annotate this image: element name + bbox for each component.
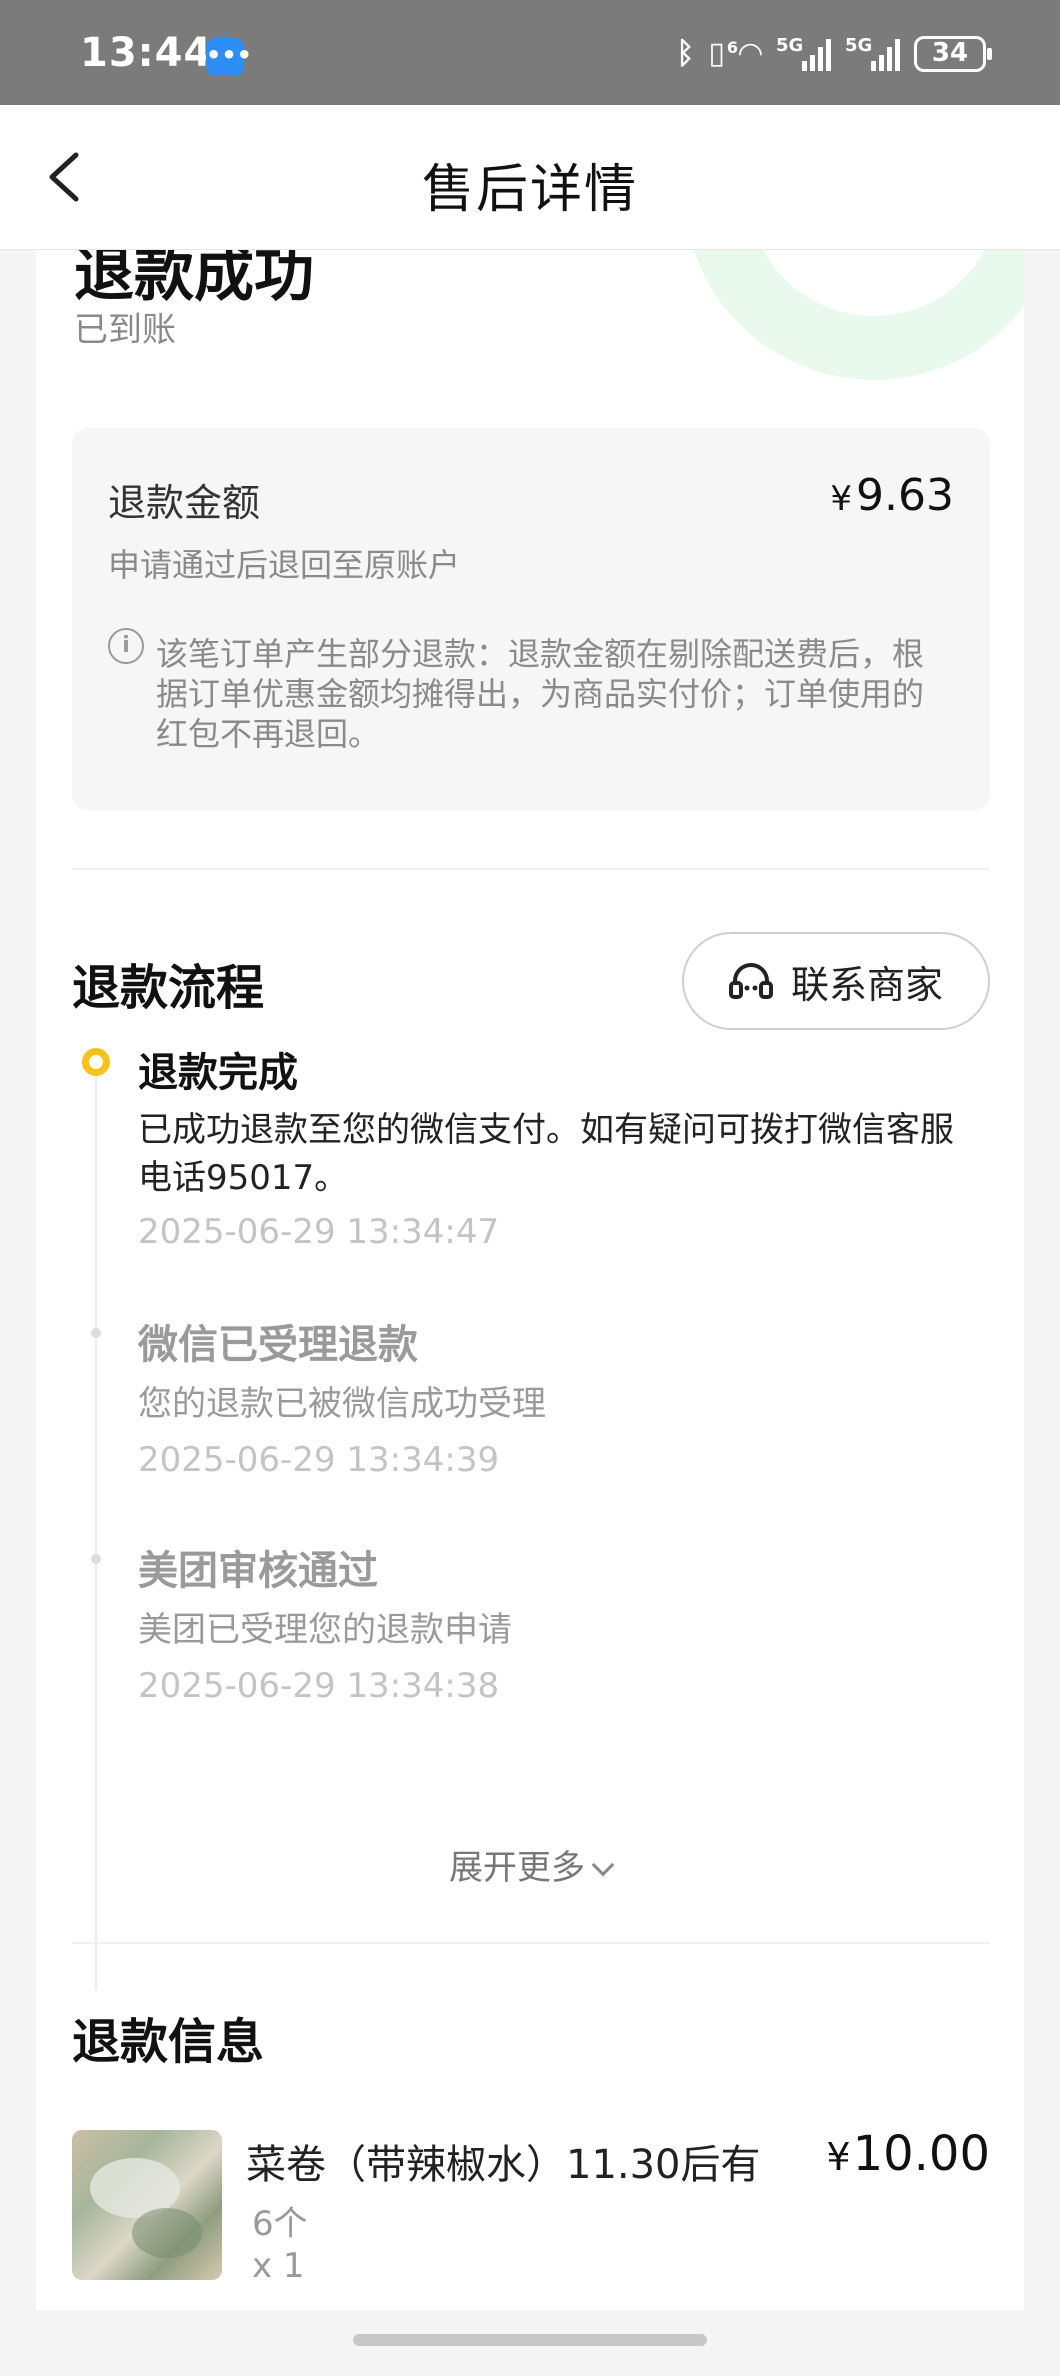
network-label-2: 5G bbox=[845, 35, 873, 56]
message-bubble-icon: ••• bbox=[206, 38, 252, 76]
refund-info-title: 退款信息 bbox=[72, 2014, 265, 2070]
currency-symbol: ¥ bbox=[830, 479, 853, 519]
step-desc: 您的退款已被微信成功受理 bbox=[138, 1384, 546, 1424]
product-quantity: x 1 bbox=[252, 2246, 305, 2286]
step-desc: 美团已受理您的退款申请 bbox=[138, 1610, 512, 1650]
refund-amount-value: ¥9.63 bbox=[830, 470, 954, 521]
vibrate-icon: ▯ bbox=[708, 36, 725, 71]
headset-icon bbox=[728, 963, 773, 999]
step-time: 2025-06-29 13:34:47 bbox=[138, 1212, 500, 1252]
refund-status-subtitle: 已到账 bbox=[74, 310, 176, 350]
product-price: ¥10.00 bbox=[826, 2126, 990, 2182]
signal-icon-2: 5G bbox=[845, 35, 900, 71]
product-price-value: 10.00 bbox=[852, 2126, 990, 2182]
wifi-badge: 6 bbox=[726, 38, 739, 57]
step-time: 2025-06-29 13:34:39 bbox=[138, 1440, 500, 1480]
info-icon: i bbox=[108, 628, 144, 664]
step-time: 2025-06-29 13:34:38 bbox=[138, 1666, 500, 1706]
chevron-down-icon bbox=[591, 1853, 615, 1877]
network-label: 5G bbox=[776, 35, 804, 56]
partial-refund-info: 该笔订单产生部分退款：退款金额在剔除配送费后，根据订单优惠金额均摊得出，为商品实… bbox=[156, 635, 925, 753]
divider bbox=[72, 1942, 990, 1944]
refund-amount-label: 退款金额 bbox=[108, 481, 261, 525]
nav-bar: 售后详情 bbox=[0, 105, 1060, 250]
refund-amount-note: 申请通过后退回至原账户 bbox=[108, 546, 461, 584]
step-desc: 已成功退款至您的微信支付。如有疑问可拨打微信客服电话95017。 bbox=[138, 1110, 954, 1198]
divider bbox=[72, 868, 990, 870]
step-title: 美团审核通过 bbox=[138, 1548, 378, 1594]
timeline-dot-active bbox=[82, 1048, 110, 1076]
after-sale-card: 退款成功 已到账 退款金额 ¥9.63 申请通过后退回至原账户 i 该笔订单产生… bbox=[36, 250, 1024, 2310]
contact-merchant-button[interactable]: 联系商家 bbox=[682, 932, 990, 1030]
home-indicator[interactable] bbox=[353, 2334, 707, 2346]
currency-symbol: ¥ bbox=[826, 2135, 851, 2179]
bluetooth-icon: ᛒ bbox=[676, 36, 695, 71]
product-spec: 6个 bbox=[252, 2204, 308, 2244]
status-bar: 13:44 ••• ᛒ ▯ 6 ◠ 5G 5G 34 bbox=[0, 0, 1060, 105]
product-name: 菜卷（带辣椒水）11.30后有 bbox=[246, 2142, 761, 2188]
step-title: 微信已受理退款 bbox=[138, 1322, 418, 1368]
expand-more-label: 展开更多 bbox=[449, 1848, 585, 1888]
battery-icon: 34 bbox=[914, 36, 992, 72]
timeline-dot bbox=[91, 1554, 101, 1564]
timeline-dot bbox=[91, 1328, 101, 1338]
expand-more-button[interactable]: 展开更多 bbox=[36, 1840, 1024, 1889]
status-icons: ᛒ ▯ 6 ◠ 5G 5G 34 bbox=[676, 34, 992, 74]
refund-amount-number: 9.63 bbox=[856, 470, 954, 521]
refund-amount-box: 退款金额 ¥9.63 申请通过后退回至原账户 i 该笔订单产生部分退款：退款金额… bbox=[72, 428, 990, 810]
clock: 13:44 bbox=[80, 30, 213, 76]
step-title: 退款完成 bbox=[138, 1050, 298, 1096]
refund-process-title: 退款流程 bbox=[72, 960, 265, 1016]
product-thumbnail[interactable] bbox=[72, 2130, 222, 2280]
success-decoration bbox=[684, 250, 1024, 380]
wifi-icon: 6 ◠ bbox=[727, 34, 762, 74]
page-title: 售后详情 bbox=[421, 160, 638, 220]
signal-icon: 5G bbox=[776, 35, 831, 71]
contact-merchant-label: 联系商家 bbox=[790, 962, 943, 1007]
